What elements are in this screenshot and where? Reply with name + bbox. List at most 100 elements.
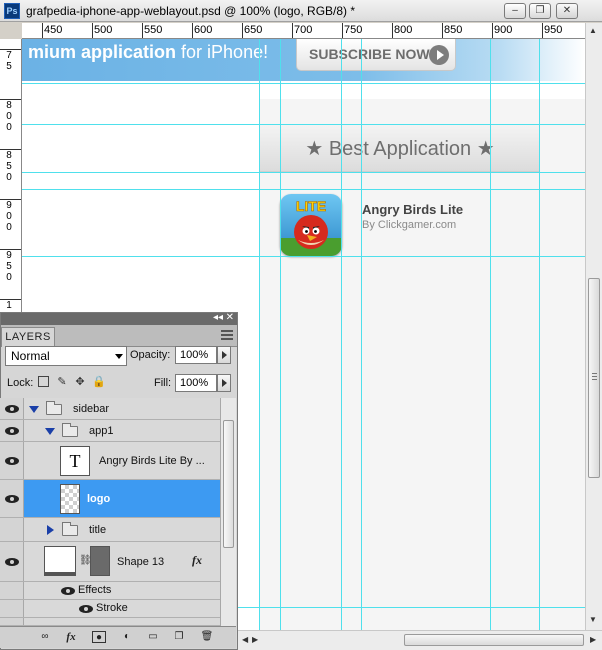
new-layer-icon[interactable]: ❐ [172, 631, 186, 643]
panel-menu-icon[interactable] [221, 330, 233, 340]
scroll-right-icon[interactable]: ▶ [252, 635, 258, 644]
restore-button[interactable]: ❐ [529, 3, 551, 19]
visibility-toggle[interactable] [0, 420, 24, 441]
fill-slider-icon[interactable] [217, 374, 231, 392]
opacity-slider-icon[interactable] [217, 346, 231, 364]
fx-icon[interactable]: fx [192, 553, 202, 568]
ruler-label: 5 [6, 261, 12, 272]
layer-row-effects[interactable]: Effects [0, 582, 220, 600]
ruler-tick [442, 23, 443, 38]
vertical-scroll-thumb[interactable] [588, 278, 600, 478]
ruler-label: 600 [194, 24, 213, 36]
ruler-label: 900 [494, 24, 513, 36]
horizontal-ruler[interactable]: 450 500 550 600 650 700 750 800 850 900 … [22, 23, 585, 39]
vertical-guide[interactable] [539, 39, 540, 630]
delete-icon[interactable]: 🗑 [200, 631, 214, 643]
lock-transparent-icon[interactable] [38, 376, 49, 387]
horizontal-scrollbar[interactable]: ◀ ▶ ▶ [238, 630, 602, 650]
vertical-guide[interactable] [259, 39, 260, 630]
eye-icon[interactable] [79, 605, 93, 613]
eye-icon [5, 495, 19, 503]
visibility-toggle[interactable] [0, 442, 24, 479]
scroll-right-end-icon[interactable]: ▶ [590, 635, 596, 644]
vertical-guide[interactable] [280, 39, 281, 630]
horizontal-guide[interactable] [22, 189, 585, 190]
vertical-guide[interactable] [361, 39, 362, 630]
horizontal-guide[interactable] [22, 256, 585, 257]
lock-move-icon[interactable]: ✥ [74, 376, 86, 388]
scroll-down-icon[interactable]: ▼ [589, 615, 597, 624]
layer-row-stroke[interactable]: Stroke [0, 600, 220, 618]
ruler-label: 0 [6, 111, 12, 122]
close-panel-icon[interactable]: ✕ [226, 312, 234, 323]
horizontal-scroll-thumb[interactable] [404, 634, 584, 646]
banner-headline: mium application for iPhone! [28, 42, 268, 63]
close-button[interactable]: ✕ [556, 3, 578, 19]
eye-icon[interactable] [61, 587, 75, 595]
scroll-left-icon[interactable]: ◀ [242, 635, 248, 644]
logo-badge-text: LITE [296, 198, 326, 214]
minimize-icon: – [512, 5, 518, 16]
adjustment-icon[interactable]: ◐ [120, 631, 134, 643]
ruler-label: 650 [244, 24, 263, 36]
link-layers-icon[interactable]: ∞ [38, 631, 52, 643]
blend-mode-select[interactable]: Normal [5, 346, 127, 366]
play-icon [429, 45, 449, 65]
visibility-toggle[interactable] [0, 582, 24, 599]
opacity-input[interactable]: 100% [175, 346, 217, 364]
expand-triangle-icon[interactable] [45, 428, 55, 435]
horizontal-guide[interactable] [22, 83, 585, 84]
visibility-toggle[interactable] [0, 398, 24, 419]
eye-icon [5, 558, 19, 566]
layer-row-title[interactable]: title [0, 518, 220, 542]
layer-row-sidebar[interactable]: sidebar [0, 398, 220, 420]
visibility-toggle[interactable] [0, 480, 24, 517]
layer-list-scroll-thumb[interactable] [223, 420, 234, 548]
vertical-guide[interactable] [490, 39, 491, 630]
close-icon: ✕ [562, 5, 572, 16]
mask-icon[interactable]: ● [92, 631, 106, 643]
ruler-label: 450 [44, 24, 63, 36]
vertical-scrollbar[interactable]: ▲ ▼ [585, 23, 602, 630]
ruler-tick [42, 23, 43, 38]
chevron-down-icon [115, 354, 123, 359]
ruler-label: 8 [6, 150, 12, 161]
horizontal-guide[interactable] [22, 124, 585, 125]
expand-triangle-icon[interactable] [29, 406, 39, 413]
layer-list-scrollbar[interactable] [220, 398, 236, 626]
visibility-toggle[interactable] [0, 618, 24, 625]
lock-paint-icon[interactable]: ✎ [56, 376, 68, 388]
horizontal-guide[interactable] [22, 172, 585, 173]
layer-row-text[interactable]: T Angry Birds Lite By ... [0, 442, 220, 480]
folder-icon [62, 423, 78, 437]
eye-icon [5, 457, 19, 465]
layer-row-app1[interactable]: app1 [0, 420, 220, 442]
collapse-triangle-icon[interactable] [47, 525, 54, 535]
scroll-up-icon[interactable]: ▲ [589, 26, 597, 35]
layer-row-shape[interactable]: ⛓ Shape 13 fx [0, 542, 220, 582]
layer-row-logo[interactable]: logo [0, 480, 220, 518]
layer-list: sidebar app1 T Angry Birds Lite By ... l… [0, 398, 236, 626]
collapse-panel-icon[interactable]: ◂◂ [213, 312, 223, 323]
visibility-toggle[interactable] [0, 600, 24, 617]
ruler-label: 700 [294, 24, 313, 36]
visibility-toggle[interactable] [0, 542, 24, 581]
lock-all-icon[interactable]: 🔒 [92, 376, 106, 388]
ruler-label: 0 [6, 172, 12, 183]
fill-input[interactable]: 100% [175, 374, 217, 392]
vertical-guide[interactable] [341, 39, 342, 630]
ruler-label: 0 [6, 272, 12, 283]
fx-icon[interactable]: fx [64, 631, 78, 643]
grip-line [592, 376, 597, 377]
new-group-icon[interactable]: ▭ [146, 631, 160, 643]
ruler-label: 8 [6, 100, 12, 111]
vertical-ruler[interactable]: 7 5 8 0 0 8 5 0 9 0 0 9 5 0 1 [0, 39, 22, 329]
ruler-label: 5 [6, 161, 12, 172]
sidebar-background [260, 99, 585, 630]
minimize-button[interactable]: – [504, 3, 526, 19]
visibility-toggle[interactable] [0, 518, 24, 541]
tab-layers[interactable]: LAYERS [1, 327, 55, 347]
layer-row-partial[interactable] [0, 618, 220, 626]
panel-titlebar[interactable]: ◂◂ ✕ [1, 312, 237, 325]
layer-name: Shape 13 [117, 556, 165, 568]
